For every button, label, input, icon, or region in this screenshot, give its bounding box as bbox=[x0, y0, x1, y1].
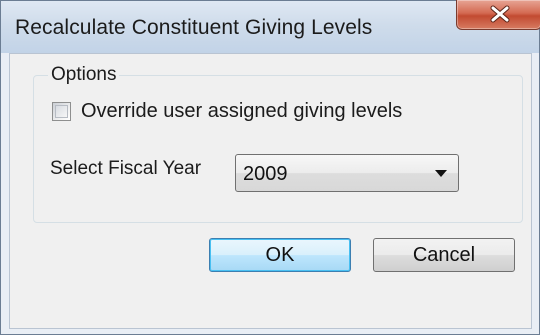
override-checkbox[interactable] bbox=[52, 102, 71, 121]
options-legend: Options bbox=[48, 64, 120, 86]
chevron-down-icon bbox=[435, 170, 447, 177]
override-checkbox-label[interactable]: Override user assigned giving levels bbox=[81, 100, 402, 123]
fiscal-year-label: Select Fiscal Year bbox=[50, 158, 202, 179]
cancel-button[interactable]: Cancel bbox=[373, 238, 515, 272]
dialog-window: Recalculate Constituent Giving Levels Op… bbox=[0, 0, 540, 335]
fiscal-year-value: 2009 bbox=[243, 163, 288, 185]
title-bar[interactable]: Recalculate Constituent Giving Levels bbox=[1, 0, 540, 53]
dialog-body: Options Override user assigned giving le… bbox=[9, 53, 532, 329]
ok-button[interactable]: OK bbox=[209, 238, 351, 272]
close-x-icon bbox=[490, 5, 510, 23]
close-button[interactable] bbox=[456, 0, 540, 30]
options-groupbox bbox=[33, 75, 523, 223]
window-title: Recalculate Constituent Giving Levels bbox=[15, 16, 373, 39]
fiscal-year-select[interactable]: 2009 bbox=[235, 154, 459, 192]
